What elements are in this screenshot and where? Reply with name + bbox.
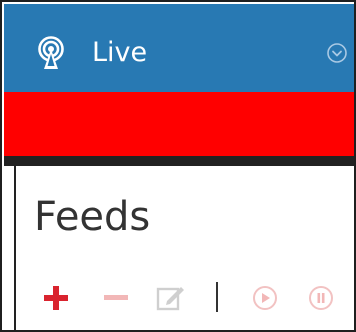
- feeds-panel: Feeds: [14, 166, 354, 330]
- feeds-title: Feeds: [34, 194, 151, 240]
- live-title: Live: [92, 37, 148, 68]
- live-header: Live: [4, 4, 354, 92]
- play-feed-button[interactable]: [250, 278, 280, 318]
- remove-feed-button[interactable]: [102, 278, 130, 318]
- pause-feed-button[interactable]: [306, 278, 336, 318]
- alert-banner: [4, 92, 354, 156]
- add-feed-button[interactable]: [42, 278, 70, 318]
- plus-icon: [44, 286, 68, 310]
- chevron-down-circle-icon[interactable]: [326, 42, 348, 64]
- broadcast-icon: [38, 36, 64, 69]
- minus-icon: [104, 295, 128, 300]
- edit-feed-button[interactable]: [154, 278, 188, 318]
- feeds-toolbar: [16, 278, 354, 318]
- app-window: Live Feeds: [0, 0, 356, 332]
- banner-divider: [4, 156, 354, 166]
- pause-icon: [309, 286, 333, 310]
- edit-icon: [156, 287, 184, 311]
- play-icon: [253, 286, 277, 310]
- toolbar-separator: [216, 282, 218, 312]
